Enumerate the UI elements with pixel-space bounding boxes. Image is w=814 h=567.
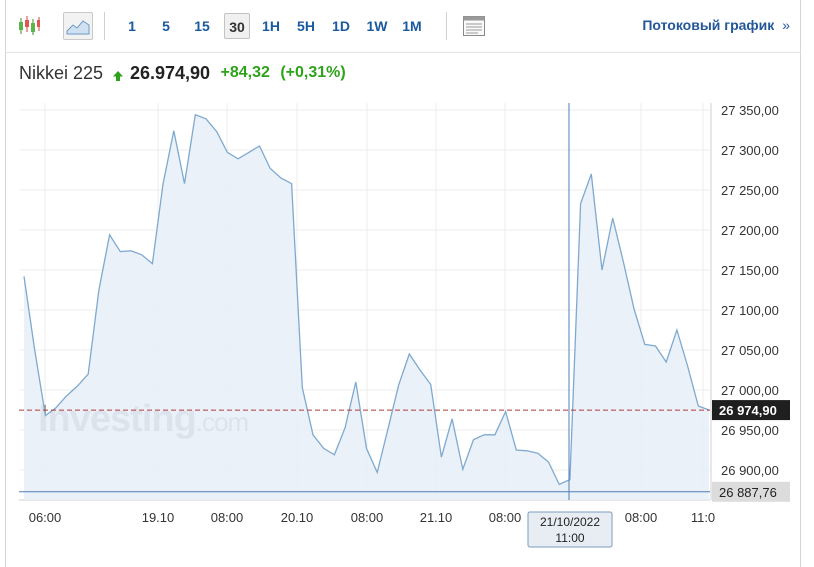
- series-point: [141, 254, 143, 256]
- series-point: [119, 250, 121, 252]
- series-point: [494, 434, 496, 436]
- series-point: [376, 471, 378, 473]
- series-point: [355, 381, 357, 383]
- series-point: [590, 173, 592, 175]
- x-tick-label: 21.10: [420, 510, 453, 525]
- series-point: [44, 414, 46, 416]
- series-point: [205, 118, 207, 120]
- series-point: [226, 151, 228, 153]
- series-point: [183, 182, 185, 184]
- series-point: [248, 151, 250, 153]
- y-tick-label: 27 000,00: [721, 383, 779, 398]
- series-point: [173, 130, 175, 132]
- y-tick-label: 27 250,00: [721, 183, 779, 198]
- series-point: [397, 384, 399, 386]
- series-point: [333, 454, 335, 456]
- series-point: [451, 418, 453, 420]
- y-tick-label: 26 950,00: [721, 423, 779, 438]
- series-point: [612, 217, 614, 219]
- series-point: [387, 428, 389, 430]
- y-tick-label: 27 200,00: [721, 223, 779, 238]
- series-point: [644, 343, 646, 345]
- series-point: [87, 373, 89, 375]
- series-point: [344, 426, 346, 428]
- y-tick-label: 27 300,00: [721, 143, 779, 158]
- series-point: [547, 461, 549, 463]
- x-tick-label: 19.10: [142, 510, 175, 525]
- y-tick-label: 27 150,00: [721, 263, 779, 278]
- series-point: [633, 308, 635, 310]
- series-point: [216, 130, 218, 132]
- x-tick-label: 08:00: [351, 510, 384, 525]
- series-point: [162, 182, 164, 184]
- series-point: [440, 456, 442, 458]
- y-tick-label: 27 050,00: [721, 343, 779, 358]
- series-point: [654, 345, 656, 347]
- series-point: [269, 167, 271, 169]
- series-point: [419, 369, 421, 371]
- crosshair-y-label: 26 887,76: [719, 485, 777, 500]
- series-point: [515, 449, 517, 451]
- series-point: [98, 289, 100, 291]
- y-tick-label: 27 100,00: [721, 303, 779, 318]
- series-point: [365, 447, 367, 449]
- series-point: [151, 262, 153, 264]
- series-point: [601, 269, 603, 271]
- series-point: [622, 261, 624, 263]
- price-chart[interactable]: Investing.com27 350,0027 300,0027 250,00…: [0, 0, 814, 567]
- series-point: [55, 406, 57, 408]
- series-point: [23, 275, 25, 277]
- series-point: [76, 385, 78, 387]
- x-tick-label: 06:00: [29, 510, 62, 525]
- series-point: [66, 394, 68, 396]
- series-point: [462, 468, 464, 470]
- series-point: [258, 145, 260, 147]
- series-point: [558, 483, 560, 485]
- series-point: [108, 234, 110, 236]
- series-point: [697, 405, 699, 407]
- series-point: [472, 438, 474, 440]
- series-point: [301, 386, 303, 388]
- series-point: [483, 434, 485, 436]
- series-point: [323, 447, 325, 449]
- series-point: [504, 410, 506, 412]
- series-point: [430, 383, 432, 385]
- series-point: [408, 353, 410, 355]
- x-tick-label: 20.10: [281, 510, 314, 525]
- series-point: [34, 349, 36, 351]
- series-point: [686, 365, 688, 367]
- crosshair-time: 11:00: [555, 531, 584, 545]
- last-value-label: 26 974,90: [719, 403, 777, 418]
- series-point: [130, 250, 132, 252]
- x-tick-label: 08:00: [489, 510, 522, 525]
- y-tick-label: 27 350,00: [721, 103, 779, 118]
- series-point: [194, 114, 196, 116]
- series-point: [579, 202, 581, 204]
- series-point: [665, 361, 667, 363]
- crosshair-date: 21/10/2022: [540, 515, 600, 529]
- series-point: [312, 434, 314, 436]
- series-point: [526, 450, 528, 452]
- series-point: [676, 329, 678, 331]
- x-tick-label: 11:0: [691, 510, 715, 525]
- series-point: [290, 182, 292, 184]
- y-tick-label: 26 900,00: [721, 463, 779, 478]
- series-point: [537, 452, 539, 454]
- series-point: [237, 158, 239, 160]
- x-tick-label: 08:00: [211, 510, 244, 525]
- x-tick-label: 08:00: [625, 510, 658, 525]
- series-point: [280, 177, 282, 179]
